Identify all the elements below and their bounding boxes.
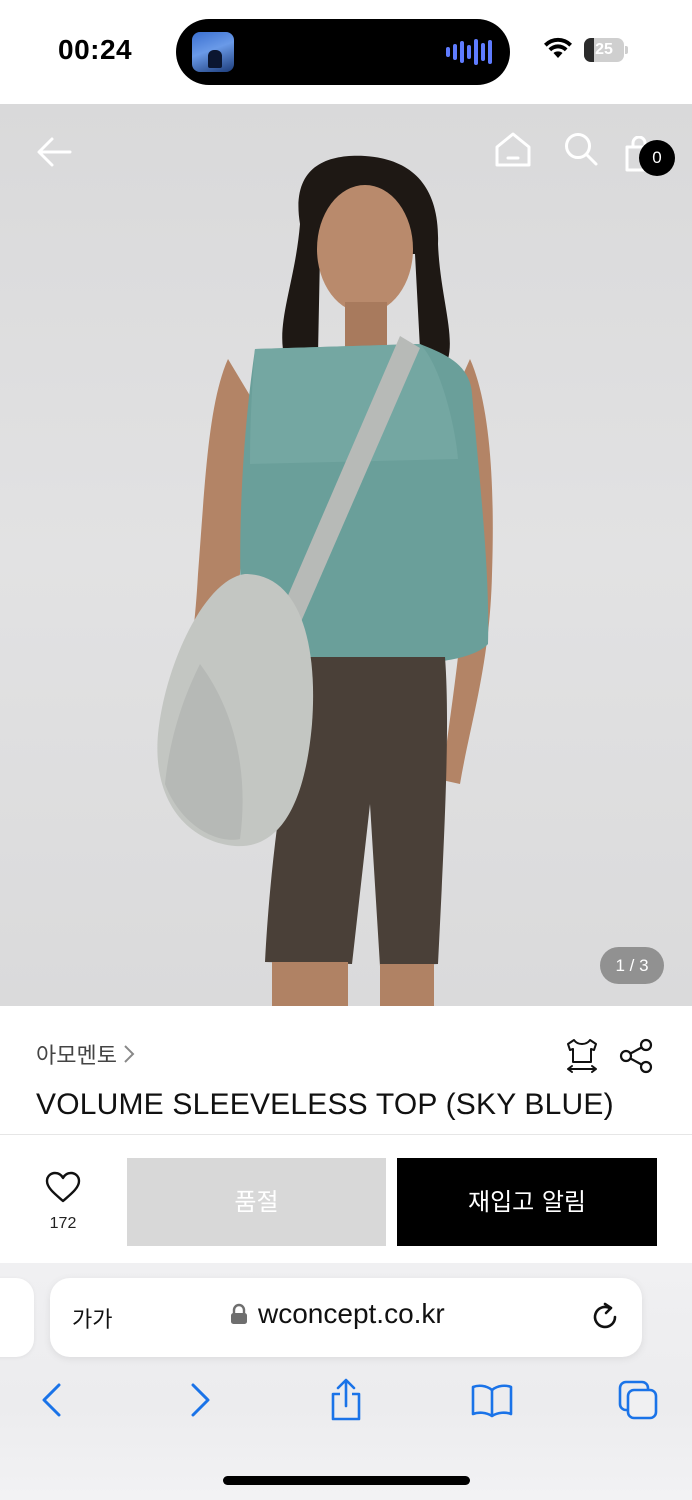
image-counter: 1 / 3 (600, 947, 664, 984)
share-up-icon (331, 1378, 361, 1421)
brand-name: 아모멘토 (36, 1043, 117, 1068)
arrow-left-icon (37, 137, 72, 167)
url-text: wconcept.co.kr (258, 1298, 445, 1329)
brand-link[interactable]: 아모멘토 (36, 1038, 135, 1070)
bookmarks-button[interactable] (468, 1376, 516, 1424)
home-icon (495, 132, 531, 167)
browser-back-button[interactable] (27, 1376, 75, 1424)
search-button[interactable] (558, 126, 604, 172)
size-guide-icon[interactable] (562, 1036, 602, 1076)
heart-icon (45, 1171, 81, 1203)
like-count: 172 (49, 1215, 77, 1232)
status-bar: 00:24 25 (0, 0, 692, 104)
lock-icon (231, 1303, 247, 1324)
tabs-button[interactable] (614, 1376, 662, 1424)
soldout-button[interactable]: 품절 (127, 1158, 386, 1246)
model-photo (157, 155, 493, 1006)
product-image[interactable]: 0 1 / 3 (0, 104, 692, 1006)
wifi-icon (544, 37, 572, 58)
chevron-right-icon (191, 1383, 210, 1417)
previous-tab-preview[interactable] (0, 1278, 34, 1357)
reload-icon[interactable] (588, 1300, 622, 1334)
back-button[interactable] (30, 128, 78, 176)
browser-forward-button[interactable] (177, 1376, 225, 1424)
url-field[interactable]: wconcept.co.kr (230, 1298, 445, 1330)
chevron-left-icon (42, 1383, 61, 1417)
search-icon (565, 133, 598, 166)
home-indicator[interactable] (223, 1476, 470, 1485)
share-icon[interactable] (616, 1036, 656, 1076)
status-time: 00:24 (58, 34, 133, 65)
dynamic-island[interactable] (176, 19, 510, 85)
chevron-right-icon (124, 1045, 135, 1063)
battery-level: 25 (595, 41, 613, 58)
tabs-icon (618, 1380, 658, 1420)
purchase-action-bar: 172 품절 재입고 알림 (0, 1135, 692, 1263)
text-size-button[interactable]: 가가 (72, 1302, 112, 1334)
product-title: VOLUME SLEEVELESS TOP (SKY BLUE) (36, 1088, 614, 1121)
address-bar[interactable]: 가가 wconcept.co.kr (50, 1278, 642, 1357)
home-button[interactable] (490, 126, 536, 172)
like-button[interactable]: 172 (28, 1171, 98, 1233)
audio-waveform-icon (446, 39, 492, 65)
now-playing-artwork (192, 32, 234, 72)
restock-alert-button[interactable]: 재입고 알림 (397, 1158, 657, 1246)
battery-indicator: 25 (584, 38, 628, 62)
book-icon (471, 1384, 513, 1418)
browser-share-button[interactable] (322, 1376, 370, 1424)
cart-count-badge: 0 (639, 140, 675, 176)
browser-toolbar: 가가 wconcept.co.kr (0, 1263, 692, 1500)
